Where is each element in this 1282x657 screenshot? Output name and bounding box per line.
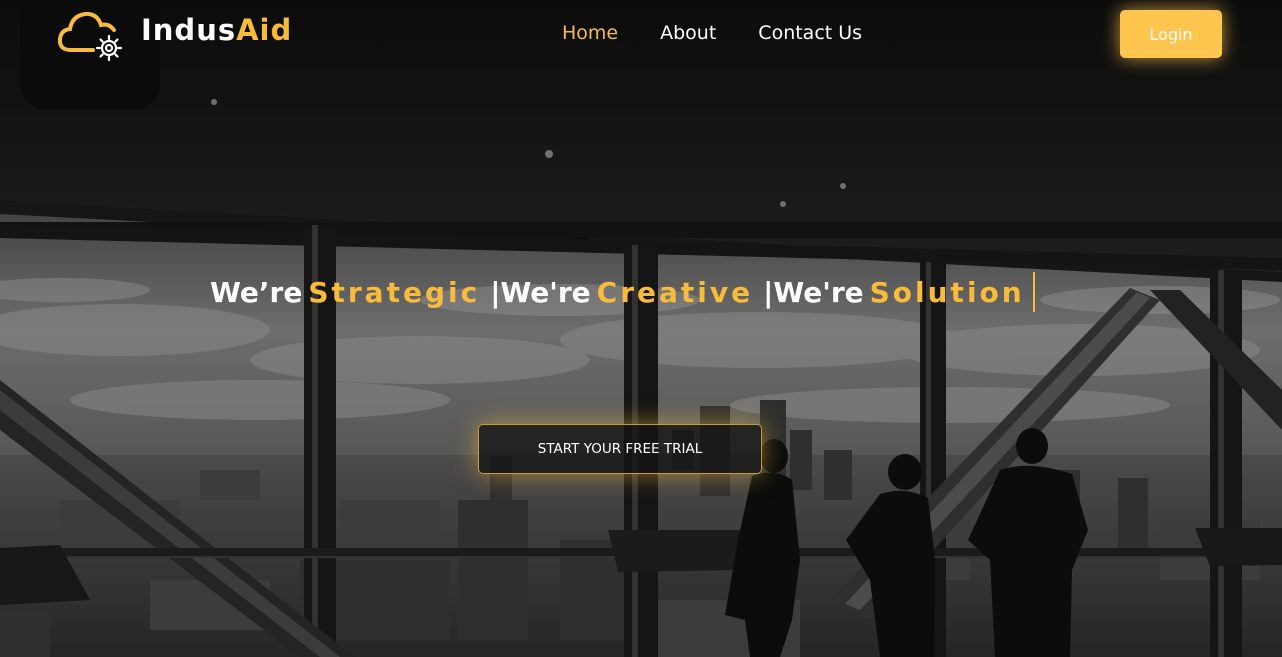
nav-links: Home About Contact Us [562, 22, 904, 44]
hero-separator-1: | [490, 275, 501, 309]
hero-separator-2: | [763, 275, 774, 309]
top-navbar: IndusAid Home About Contact Us Login [0, 0, 1282, 110]
nav-link-about[interactable]: About [660, 22, 716, 44]
hero-background-image [0, 0, 1282, 657]
hero-prefix-3: We're [773, 275, 864, 309]
login-button[interactable]: Login [1120, 10, 1222, 58]
hero-headline: We’re Strategic | We're Creative | We're… [210, 272, 1035, 312]
brand-name[interactable]: IndusAid [141, 13, 292, 47]
cloud-gear-logo-icon [57, 11, 123, 62]
brand-name-part1: Indus [141, 13, 237, 47]
hero-prefix-1: We’re [210, 275, 303, 309]
nav-link-contact-us[interactable]: Contact Us [758, 22, 862, 44]
hero-highlight-creative: Creative [596, 275, 754, 309]
landing-page: IndusAid Home About Contact Us Login We’… [0, 0, 1282, 657]
logo-container[interactable] [20, 0, 160, 110]
brand-name-part2: Aid [236, 13, 293, 47]
typing-caret [1032, 272, 1035, 312]
hero-highlight-strategic: Strategic [308, 275, 481, 309]
nav-link-home[interactable]: Home [562, 22, 618, 44]
hero-highlight-solution: Solution [869, 275, 1025, 309]
start-free-trial-button[interactable]: START YOUR FREE TRIAL [478, 424, 762, 474]
hero-prefix-2: We're [500, 275, 591, 309]
